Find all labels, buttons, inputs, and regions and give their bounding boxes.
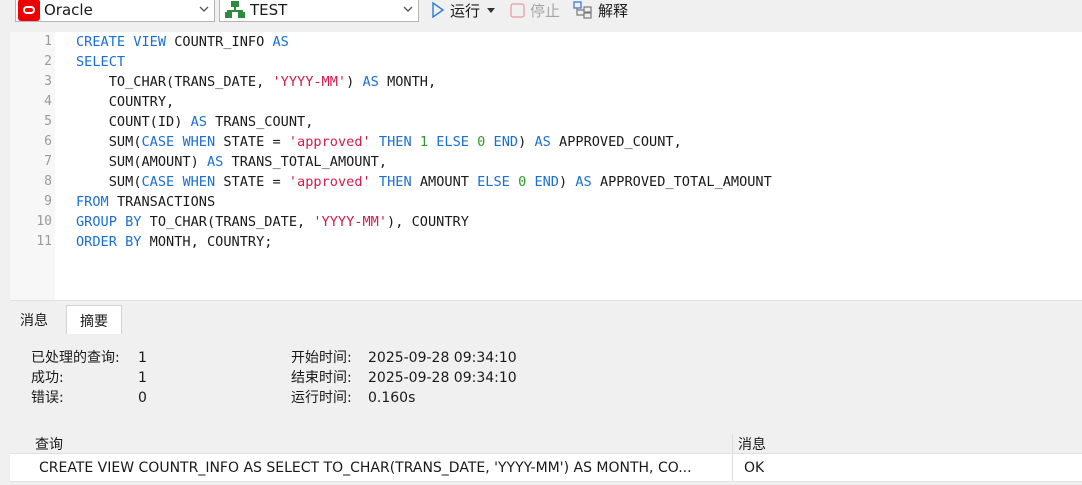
error-value: 0 xyxy=(138,390,147,406)
code-line: FROM TRANSACTIONS xyxy=(76,194,216,210)
sql-editor[interactable]: 1 2 3 4 5 6 7 8 9 10 11 CREATE VIEW COUN… xyxy=(10,32,1082,300)
success-value: 1 xyxy=(138,370,147,386)
database-select[interactable]: TEST xyxy=(219,0,419,22)
line-number: 3 xyxy=(44,74,52,89)
caret-down-icon[interactable] xyxy=(486,5,496,15)
oracle-icon xyxy=(18,0,40,21)
tab-messages[interactable]: 消息 xyxy=(10,305,58,335)
start-time-value: 2025-09-28 09:34:10 xyxy=(368,350,517,366)
code-line: SELECT xyxy=(76,54,126,70)
run-button-label: 运行 xyxy=(450,1,481,20)
line-number: 2 xyxy=(44,54,52,69)
code-line: SUM(CASE WHEN STATE = 'approved' THEN 1 … xyxy=(108,134,682,150)
connection-select-value: Oracle xyxy=(44,1,93,19)
tab-summary[interactable]: 摘要 xyxy=(66,305,122,335)
line-number: 4 xyxy=(44,94,52,109)
line-number: 11 xyxy=(36,234,52,249)
explain-button[interactable]: 解释 xyxy=(573,0,628,20)
line-number-gutter: 1 2 3 4 5 6 7 8 9 10 11 xyxy=(10,32,55,300)
elapsed-value: 0.160s xyxy=(368,390,416,406)
column-divider[interactable] xyxy=(732,434,733,453)
code-line: ORDER BY MONTH, COUNTRY; xyxy=(76,234,273,250)
column-header-message[interactable]: 消息 xyxy=(738,434,766,453)
code-line: CREATE VIEW COUNTR_INFO AS xyxy=(76,34,289,50)
run-button[interactable]: 运行 xyxy=(431,0,501,20)
line-number: 8 xyxy=(44,174,52,189)
toolbar: Oracle TEST 运行 停止 解释 xyxy=(0,0,1082,22)
table-row[interactable]: CREATE VIEW COUNTR_INFO AS SELECT TO_CHA… xyxy=(10,454,1082,482)
code-line: COUNT(ID) AS TRANS_COUNT, xyxy=(108,114,314,130)
end-time-label: 结束时间: xyxy=(291,370,352,386)
end-time-value: 2025-09-28 09:34:10 xyxy=(368,370,517,386)
code-line: SUM(CASE WHEN STATE = 'approved' THEN AM… xyxy=(108,174,772,190)
line-number: 1 xyxy=(44,34,52,49)
code-line: COUNTRY, xyxy=(108,94,175,110)
code-line: SUM(AMOUNT) AS TRANS_TOTAL_AMOUNT, xyxy=(108,154,388,170)
result-tabs: 消息 摘要 xyxy=(10,300,1082,335)
line-number: 7 xyxy=(44,154,52,169)
column-header-query[interactable]: 查询 xyxy=(35,434,63,453)
success-label: 成功: xyxy=(31,370,64,386)
cell-message: OK xyxy=(744,459,765,476)
cell-query: CREATE VIEW COUNTR_INFO AS SELECT TO_CHA… xyxy=(39,459,692,476)
error-label: 错误: xyxy=(31,390,64,406)
explain-button-label: 解释 xyxy=(598,1,629,20)
start-time-label: 开始时间: xyxy=(291,350,352,366)
database-tree-icon xyxy=(225,1,245,18)
processed-label: 已处理的查询: xyxy=(31,350,120,366)
play-icon xyxy=(432,2,445,18)
explain-icon xyxy=(573,1,592,19)
database-select-value: TEST xyxy=(250,1,288,19)
processed-value: 1 xyxy=(138,350,147,366)
result-grid: 查询 消息 CREATE VIEW COUNTR_INFO AS SELECT … xyxy=(10,434,1082,485)
code-area[interactable]: CREATE VIEW COUNTR_INFO AS SELECT TO_CHAR… xyxy=(76,32,1066,252)
line-number: 9 xyxy=(44,194,52,209)
column-divider xyxy=(732,454,733,481)
stop-button-label: 停止 xyxy=(530,1,561,20)
elapsed-label: 运行时间: xyxy=(291,390,352,406)
connection-select[interactable]: Oracle xyxy=(15,0,215,22)
chevron-down-icon xyxy=(199,6,209,12)
line-number: 5 xyxy=(44,114,52,129)
code-line: TO_CHAR(TRANS_DATE, 'YYYY-MM') AS MONTH, xyxy=(108,74,437,90)
line-number: 6 xyxy=(44,134,52,149)
chevron-down-icon xyxy=(403,6,413,12)
code-line: GROUP BY TO_CHAR(TRANS_DATE, 'YYYY-MM'),… xyxy=(76,214,469,230)
grid-header: 查询 消息 xyxy=(10,434,1082,454)
stop-icon xyxy=(510,2,525,18)
stop-button[interactable]: 停止 xyxy=(510,0,560,20)
line-number: 10 xyxy=(36,214,52,229)
